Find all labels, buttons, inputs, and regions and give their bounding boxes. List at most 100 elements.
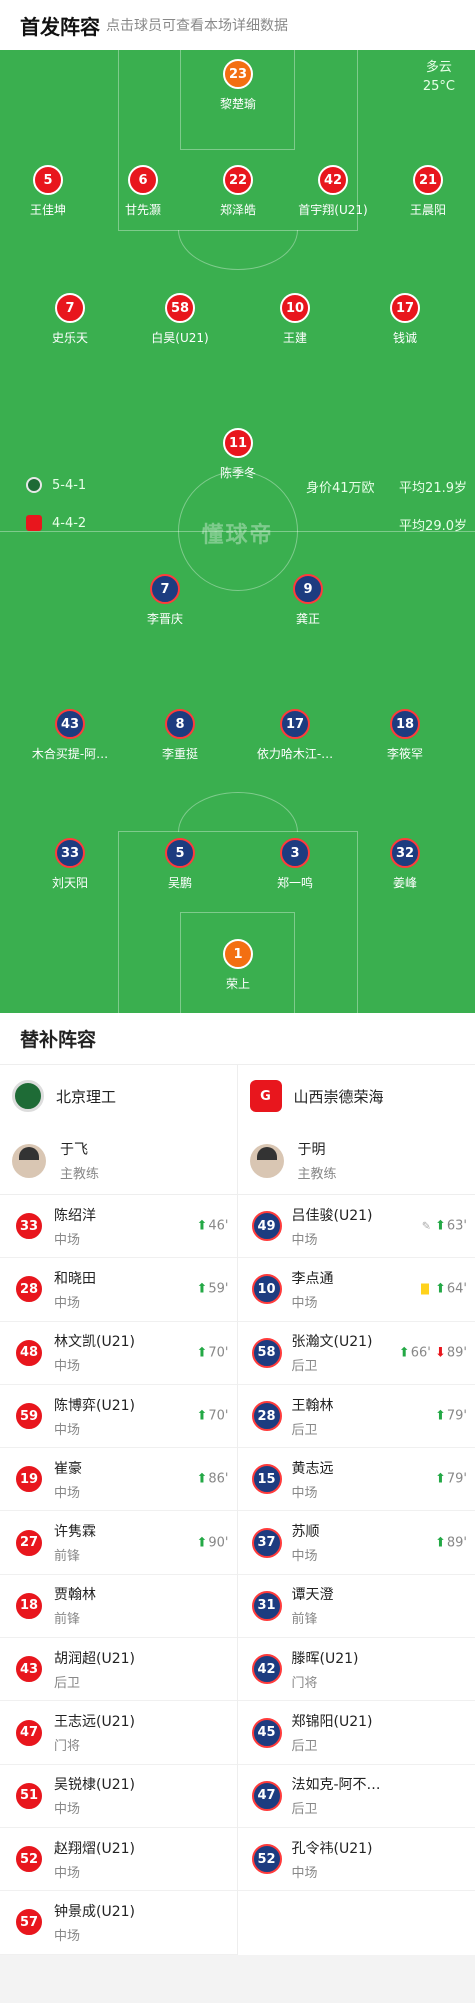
sub-event: ⬆ 46' <box>196 1219 228 1234</box>
sub-player-row[interactable]: 52 孔令祎(U21) 中场 <box>237 1828 475 1892</box>
sub-event: ⬆ 79' <box>435 1409 467 1424</box>
pitch-player[interactable]: 10 王建 <box>240 293 350 346</box>
sub-player-row[interactable]: 37 苏顺 中场 ⬆ 89' <box>237 1511 475 1575</box>
sub-player-row[interactable]: 49 吕佳骏(U21) 中场 ✎ ⬆ 63' <box>237 1195 475 1259</box>
sub-player-row[interactable]: 47 法如克-阿不… 后卫 <box>237 1765 475 1828</box>
pitch-player[interactable]: 17 依力哈木江-… <box>240 709 350 762</box>
sub-player-row[interactable]: 58 张瀚文(U21) 后卫 ⬆ 66' ⬇ 89' <box>237 1322 475 1385</box>
pitch-player[interactable]: 3 郑一鸣 <box>240 838 350 891</box>
player-number: 15 <box>251 1464 282 1495</box>
away-subs-column: G 山西崇德荣海 于明 主教练 49 吕佳骏(U21) 中场 ✎ ⬆ 63' 10 李点通 中场… <box>237 1065 475 1955</box>
player-position: 中场 <box>291 1865 318 1881</box>
player-number: 17 <box>390 293 420 323</box>
pitch-player[interactable]: 7 李晋庆 <box>110 574 220 627</box>
pitch-player[interactable]: 23 黎楚瑜 <box>183 59 293 112</box>
sub-player-row[interactable]: 52 赵翔熠(U21) 中场 <box>0 1828 237 1892</box>
sub-player-row[interactable]: 10 李点通 中场 ⬆ 64' <box>237 1258 475 1322</box>
coach-avatar <box>12 1143 46 1178</box>
sub-player-row[interactable]: 33 陈绍洋 中场 ⬆ 46' <box>0 1195 237 1259</box>
away-formation-text: 4-4-2 <box>52 515 87 531</box>
player-name: 陈绍洋 <box>54 1207 96 1224</box>
pitch-player[interactable]: 33 刘天阳 <box>15 838 125 891</box>
pitch-player[interactable]: 43 木合买提-阿… <box>15 709 125 762</box>
sub-player-row[interactable]: 18 贾翰林 前锋 <box>0 1575 237 1639</box>
lineup-header: 首发阵容 点击球员可查看本场详细数据 <box>0 0 475 50</box>
player-position: 前锋 <box>291 1612 318 1628</box>
sub-in-icon: ⬆ <box>434 1218 446 1234</box>
away-age: 平均29.0岁 <box>399 515 467 534</box>
sub-player-row[interactable]: 51 吴锐棣(U21) 中场 <box>0 1765 237 1828</box>
sub-in-minute: 79' <box>446 1408 467 1424</box>
pitch-player[interactable]: 1 荣上 <box>183 939 293 992</box>
player-name: 黎楚瑜 <box>219 97 256 111</box>
player-name: 白昊(U21) <box>151 331 209 345</box>
home-age-text: 平均21.9岁 <box>399 481 467 496</box>
pitch-player[interactable]: 18 李筱罕 <box>350 709 460 762</box>
sub-player-row[interactable]: 42 滕晖(U21) 门将 <box>237 1638 475 1702</box>
pitch-player[interactable]: 21 王晨阳 <box>373 165 475 218</box>
player-number: 8 <box>165 709 195 739</box>
home-formation-text: 5-4-1 <box>52 477 87 493</box>
pitch-player[interactable]: 17 钱诚 <box>350 293 460 346</box>
player-position: 中场 <box>54 1802 81 1818</box>
player-name: 郑一鸣 <box>276 876 313 890</box>
player-number: 6 <box>128 165 158 195</box>
player-name: 赵翔熠(U21) <box>54 1840 135 1857</box>
pitch-player[interactable]: 32 姜峰 <box>350 838 460 891</box>
pitch-player[interactable]: 5 吴鹏 <box>125 838 235 891</box>
sub-player-row[interactable]: 28 和晓田 中场 ⬆ 59' <box>0 1258 237 1322</box>
pitch-player[interactable]: 9 龚正 <box>253 574 363 627</box>
sub-player-row[interactable]: 28 王翰林 后卫 ⬆ 79' <box>237 1385 475 1449</box>
sub-event: ⬆ 59' <box>196 1282 228 1297</box>
player-position: 中场 <box>54 1232 81 1248</box>
sub-in-icon: ⬆ <box>196 1408 208 1424</box>
player-number: 10 <box>251 1274 282 1305</box>
player-name: 钟景成(U21) <box>54 1903 135 1920</box>
sub-player-row[interactable]: 45 郑锦阳(U21) 后卫 <box>237 1701 475 1765</box>
sub-player-row[interactable]: 19 崔豪 中场 ⬆ 86' <box>0 1448 237 1512</box>
sub-out-icon: ⬇ <box>434 1345 446 1361</box>
player-number: 57 <box>14 1907 44 1938</box>
player-number: 51 <box>14 1780 44 1811</box>
weather-temp: 25°C <box>422 79 455 94</box>
pitch-player[interactable]: 8 李重挺 <box>125 709 235 762</box>
sub-in-minute: 79' <box>446 1471 467 1487</box>
player-name: 李筱罕 <box>386 747 423 761</box>
player-name: 首宇翔(U21) <box>298 203 368 217</box>
pitch-player[interactable]: 42 首宇翔(U21) <box>278 165 388 218</box>
pitch-player[interactable]: 7 史乐天 <box>15 293 125 346</box>
pitch-player[interactable]: 6 甘先灏 <box>88 165 198 218</box>
sub-player-row[interactable]: 31 谭天澄 前锋 <box>237 1575 475 1639</box>
away-team-row[interactable]: G 山西崇德荣海 <box>238 1065 475 1127</box>
sub-in-icon: ⬆ <box>196 1218 208 1234</box>
player-name: 史乐天 <box>51 331 88 345</box>
sub-player-row[interactable]: 57 钟景成(U21) 中场 <box>0 1891 237 1955</box>
home-team-logo-icon <box>12 1080 44 1112</box>
home-team-row[interactable]: 北京理工 <box>0 1065 237 1127</box>
player-name: 李晋庆 <box>146 612 183 626</box>
pitch-player[interactable]: 58 白昊(U21) <box>125 293 235 346</box>
home-team-name: 北京理工 <box>56 1087 117 1106</box>
player-number: 43 <box>55 709 85 739</box>
player-number: 47 <box>251 1780 282 1811</box>
sub-event: ⬆ 66' ⬇ 89' <box>399 1345 467 1360</box>
sub-player-row[interactable]: 43 胡润超(U21) 后卫 <box>0 1638 237 1702</box>
away-coach-name: 于明 <box>297 1142 326 1158</box>
sub-player-row[interactable]: 59 陈博弈(U21) 中场 ⬆ 70' <box>0 1385 237 1449</box>
away-coach[interactable]: 于明 主教练 <box>237 1127 475 1195</box>
sub-player-row[interactable]: 48 林文凯(U21) 中场 ⬆ 70' <box>0 1322 237 1385</box>
home-coach[interactable]: 于飞 主教练 <box>0 1127 237 1195</box>
player-name: 吕佳骏(U21) <box>291 1207 373 1224</box>
pitch-player[interactable]: 22 郑泽皓 <box>183 165 293 218</box>
player-name: 郑泽皓 <box>219 203 256 217</box>
sub-player-row[interactable]: 47 王志远(U21) 门将 <box>0 1701 237 1765</box>
sub-in-minute: 86' <box>208 1471 229 1487</box>
pitch-player[interactable]: 11 陈季冬 <box>183 428 293 481</box>
sub-in-icon: ⬆ <box>434 1471 446 1487</box>
sub-player-row[interactable]: 27 许隽霖 前锋 ⬆ 90' <box>0 1511 237 1575</box>
player-number: 37 <box>251 1527 282 1558</box>
player-name: 贾翰林 <box>54 1587 96 1604</box>
home-coach-role: 主教练 <box>60 1167 100 1182</box>
sub-out-minute: 89' <box>446 1345 467 1361</box>
sub-player-row[interactable]: 15 黄志远 中场 ⬆ 79' <box>237 1448 475 1512</box>
